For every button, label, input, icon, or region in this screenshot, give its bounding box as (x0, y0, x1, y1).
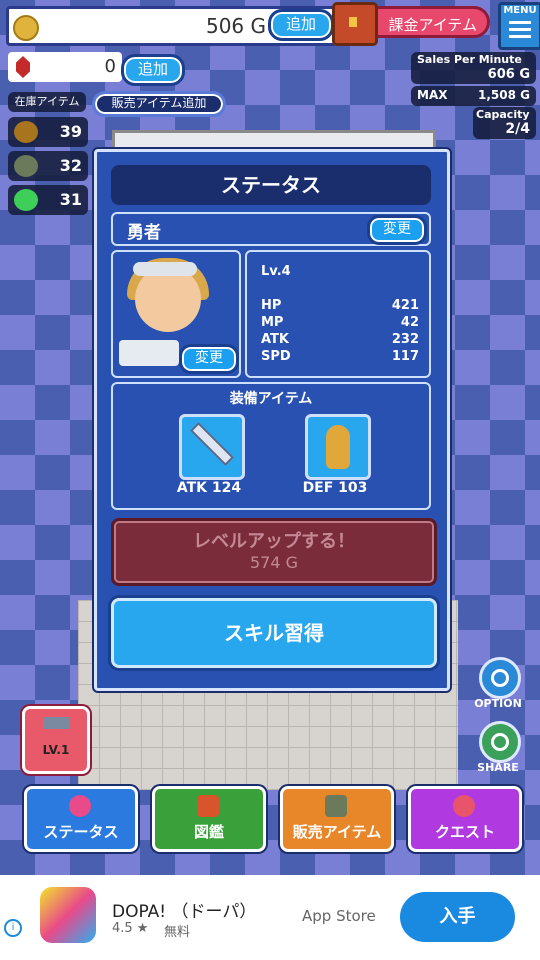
ad-rating: 4.5 ★ (112, 921, 149, 936)
armor-icon (326, 425, 350, 469)
inventory-item[interactable]: 32 (8, 151, 88, 181)
item-count: 39 (59, 122, 82, 141)
item-count: 32 (59, 156, 82, 175)
equipment-panel: 装備アイテム ATK 124 DEF 103 (111, 382, 431, 510)
add-sale-item-button[interactable]: 販売アイテム追加 (92, 91, 226, 117)
menu-button[interactable]: MENU (498, 2, 540, 50)
stat-value: 421 (391, 298, 419, 313)
hero-name: 勇者 (127, 223, 161, 243)
sales-label: Sales Per Minute (417, 53, 522, 66)
stat-label: MP (261, 315, 284, 330)
nav-label: 図鑑 (193, 823, 224, 841)
option-button[interactable] (479, 657, 521, 699)
ad-info-icon[interactable]: i (4, 919, 22, 937)
inventory-item[interactable]: 39 (8, 117, 88, 147)
max-panel: MAX 1,508 G (411, 86, 536, 106)
bread-icon (14, 121, 38, 143)
hammer-upgrade-button[interactable]: LV.1 (22, 706, 90, 774)
nav-label: ステータス (43, 823, 119, 841)
coin-icon (13, 15, 39, 41)
equipment-header: 装備アイテム (229, 391, 313, 407)
share-label: SHARE (477, 761, 519, 774)
herb-icon (14, 189, 38, 211)
hero-name-panel: 勇者 変更 (111, 212, 431, 246)
gold-value: 506 G (205, 14, 266, 38)
hamburger-icon (509, 21, 531, 24)
sales-panel: Sales Per Minute 606 G (411, 52, 536, 84)
dialog-title: ステータス (111, 165, 431, 205)
nav-label: 販売アイテム (292, 823, 382, 841)
stat-label: HP (261, 298, 282, 313)
hammer-icon (43, 717, 69, 729)
armor-shoulder (119, 340, 179, 366)
level-up-label: レベルアップする！ (193, 531, 355, 552)
share-icon (491, 733, 509, 751)
add-gem-button[interactable]: 追加 (121, 54, 185, 86)
share-button[interactable] (479, 721, 521, 763)
learn-skill-button[interactable]: スキル習得 (111, 598, 437, 668)
potion-icon (69, 795, 91, 817)
armor-slot[interactable] (305, 414, 371, 480)
weapon-slot[interactable] (179, 414, 245, 480)
key-icon (453, 795, 475, 817)
max-label: MAX (417, 88, 448, 102)
change-name-button[interactable]: 変更 (367, 215, 427, 245)
treasure-chest-icon (332, 2, 378, 46)
capacity-label: Capacity (476, 108, 530, 121)
armor-stat: DEF 103 (302, 480, 368, 496)
item-count: 31 (59, 190, 82, 209)
level-up-button[interactable]: レベルアップする！ 574 G (111, 518, 437, 586)
capacity-value: 2/4 (505, 121, 530, 137)
book-icon (197, 795, 219, 817)
capacity-panel: Capacity 2/4 (473, 107, 536, 139)
weapon-stat: ATK 124 (176, 480, 242, 496)
stats-panel: Lv.4 HP 421 MP 42 ATK 232 SPD 117 (245, 250, 431, 378)
portrait-panel: 変更 (111, 250, 241, 378)
ruby-icon (16, 56, 30, 78)
sword-icon (192, 424, 232, 464)
stat-value: 117 (391, 349, 419, 364)
gear-icon (491, 669, 509, 687)
hammer-level: LV.1 (42, 743, 70, 757)
ad-app-logo (40, 887, 96, 943)
helmet-icon (133, 262, 197, 276)
nav-label: クエスト (434, 823, 495, 841)
inventory-header: 在庫アイテム (8, 92, 86, 112)
stat-value: 42 (400, 315, 419, 330)
ad-banner[interactable]: i DOPA! （ドーパ） 4.5 ★ 無料 App Store 入手 (0, 875, 540, 960)
ad-price: 無料 (164, 925, 191, 940)
add-gold-button[interactable]: 追加 (268, 9, 334, 41)
menu-label: MENU (503, 5, 537, 16)
inventory-item[interactable]: 31 (8, 185, 88, 215)
gem-value: 0 (104, 56, 116, 77)
ad-store-label: App Store (302, 907, 376, 925)
stat-label: ATK (261, 332, 289, 347)
nav-quest-button[interactable]: クエスト (408, 786, 522, 852)
stat-label: SPD (261, 349, 291, 364)
stat-value: 232 (391, 332, 419, 347)
level-up-cost: 574 G (249, 553, 299, 572)
ad-app-name: DOPA! （ドーパ） (112, 902, 257, 922)
level-label: Lv.4 (261, 264, 291, 279)
change-portrait-button[interactable]: 変更 (179, 344, 239, 374)
nav-sale-items-button[interactable]: 販売アイテム (280, 786, 394, 852)
sales-value: 606 G (487, 67, 530, 82)
gem-bar: 0 (8, 52, 122, 82)
nav-status-button[interactable]: ステータス (24, 786, 138, 852)
status-dialog: ステータス 勇者 変更 変更 Lv.4 HP 421 MP 42 ATK 232 SP… (94, 149, 450, 691)
nav-encyclopedia-button[interactable]: 図鑑 (152, 786, 266, 852)
option-label: OPTION (474, 697, 522, 710)
rice-ball-icon (14, 155, 38, 177)
rice-ball-icon (325, 795, 347, 817)
ad-get-button[interactable]: 入手 (400, 892, 515, 942)
max-value: 1,508 G (478, 88, 530, 102)
